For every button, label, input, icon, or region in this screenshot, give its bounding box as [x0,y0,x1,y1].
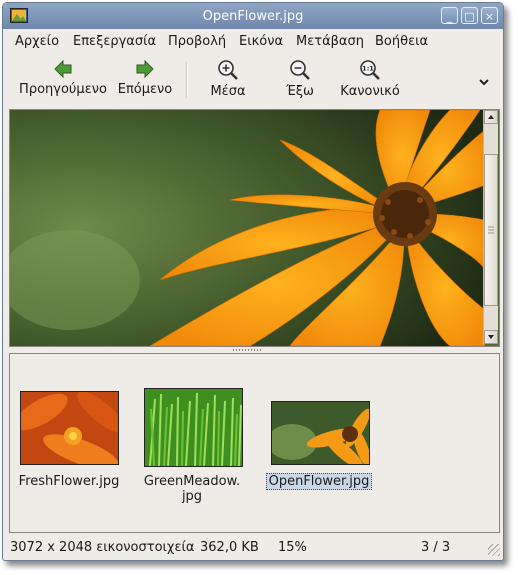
arrow-right-icon [136,59,154,79]
thumbnail-label-freshflower: FreshFlower.jpg [18,474,120,489]
zoom-out-label: Έξω [286,84,314,99]
next-label: Επόμενο [117,82,173,97]
grip-icon [488,226,494,234]
menu-file[interactable]: Αρχείο [15,34,59,49]
image-view[interactable] [9,109,500,347]
arrow-left-icon [54,59,72,79]
thumbnail-label-openflower: OpenFlower.jpg [259,473,379,490]
svg-text:1:1: 1:1 [362,65,374,73]
scrollbar-thumb[interactable] [484,154,498,306]
thumbnail-image [21,392,118,464]
thumbnail-image [272,402,369,464]
zoom-in-button[interactable]: Μέσα [203,59,253,99]
arrow-down-icon [488,335,494,339]
zoom-in-label: Μέσα [210,84,246,99]
status-dimensions: 3072 x 2048 εικονοστοιχεία [10,540,195,555]
menu-go-label: Μετάβαση [296,34,364,49]
status-bar: 3072 x 2048 εικονοστοιχεία 362,0 KB 15% … [3,535,503,559]
menu-help[interactable]: Βοήθεια [375,34,428,49]
flower-image [10,110,486,346]
image-viewer-window: OpenFlower.jpg _ □ × Αρχείο Επεξεργασία … [2,2,504,561]
arrow-up-icon [488,115,494,119]
splitter-grip[interactable] [233,349,263,351]
menu-image[interactable]: Εικόνα [239,34,283,49]
zoom-out-button[interactable]: Έξω [276,59,324,99]
menu-view[interactable]: Προβολή [168,34,226,49]
toolbar-overflow-button[interactable] [479,75,489,89]
status-zoom: 15% [278,540,307,555]
thumbnail-label-greenmeadow: GreenMeadow. jpg [143,474,241,504]
thumbnail-image [145,389,242,466]
zoom-out-icon [290,60,310,80]
maximize-button[interactable]: □ [461,7,478,24]
menu-go[interactable]: Μετάβαση [296,34,364,49]
close-button[interactable]: × [481,7,498,24]
normal-size-button[interactable]: 1:1 Κανονικό [335,59,405,99]
zoom-in-icon [218,60,238,80]
title-bar[interactable]: OpenFlower.jpg _ □ × [3,3,503,29]
chevron-down-icon [479,79,489,86]
vertical-scrollbar[interactable] [483,110,498,344]
menu-bar: Αρχείο Επεξεργασία Προβολή Εικόνα Μετάβα… [3,29,503,53]
status-position: 3 / 3 [421,540,451,555]
thumbnail-gallery: FreshFlower.jpg GreenMeadow. jpg OpenFlo… [9,353,500,533]
resize-grip[interactable] [488,544,500,556]
scroll-down-button[interactable] [484,330,498,344]
scroll-up-button[interactable] [484,110,498,124]
window-title: OpenFlower.jpg [202,9,304,24]
status-file-size: 362,0 KB [200,540,259,555]
next-button[interactable]: Επόμενο [115,59,175,97]
minimize-button[interactable]: _ [441,7,458,24]
menu-view-label: Προβολή [168,34,227,49]
previous-button[interactable]: Προηγούμενο [13,59,113,97]
normal-size-label: Κανονικό [340,84,400,99]
menu-file-label: Αρχείο [15,34,60,49]
previous-label: Προηγούμενο [19,82,107,97]
toolbar: Προηγούμενο Επόμενο Μέσα Έξω 1:1 Κανονικ… [3,53,503,105]
thumbnail-openflower[interactable] [271,401,370,465]
menu-image-label: Εικόνα [239,34,284,49]
thumbnail-freshflower[interactable] [20,391,119,465]
zoom-normal-icon: 1:1 [360,60,380,80]
menu-help-label: Βοήθεια [375,34,429,49]
thumbnail-greenmeadow[interactable] [144,388,243,467]
toolbar-separator [186,63,188,97]
menu-edit[interactable]: Επεξεργασία [73,34,156,49]
menu-edit-label: Επεξεργασία [73,34,157,49]
